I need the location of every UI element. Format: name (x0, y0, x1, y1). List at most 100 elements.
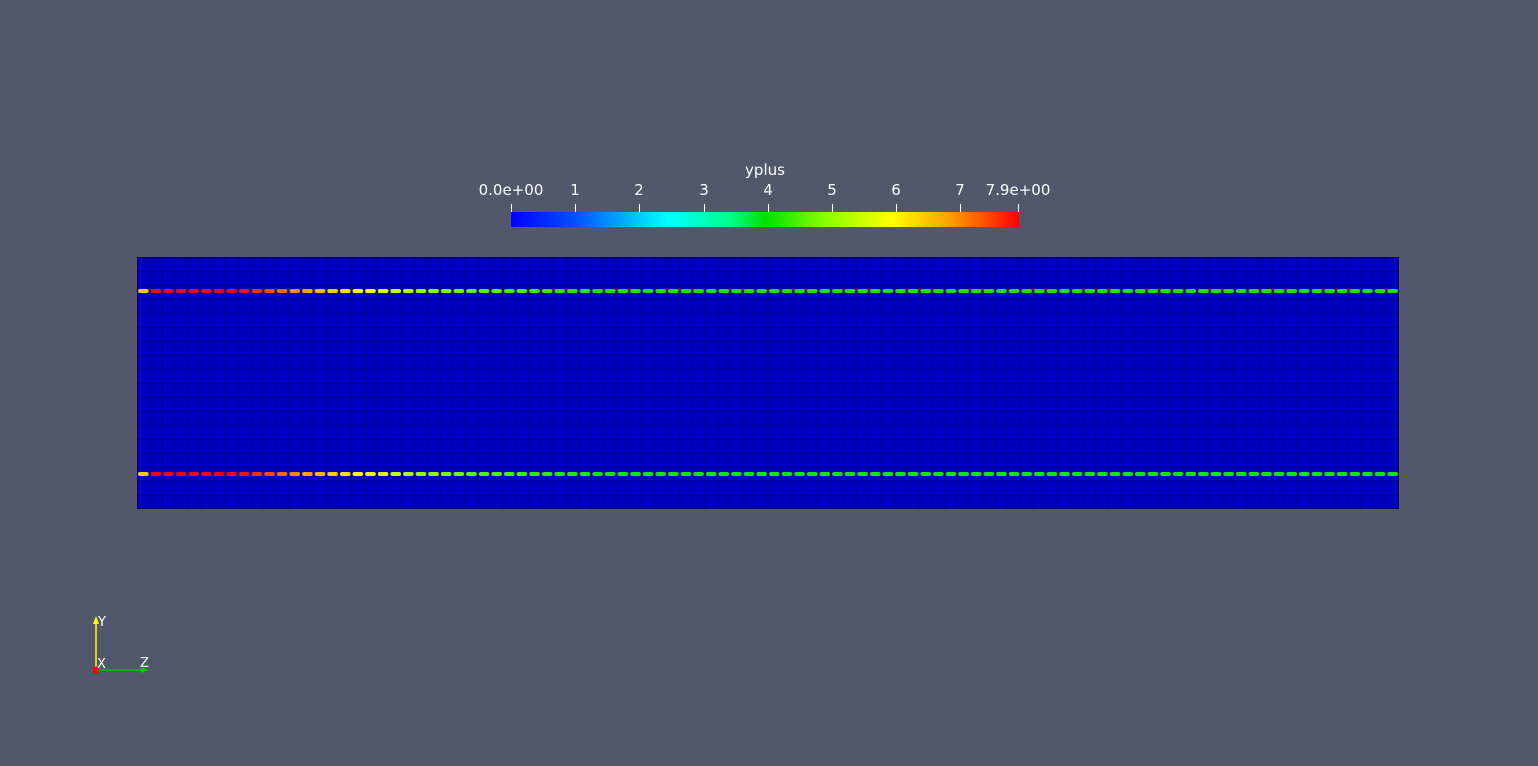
wall-cell (138, 289, 149, 293)
wall-cell (579, 472, 591, 476)
wall-cell (655, 472, 667, 476)
wall-cell (1324, 289, 1335, 293)
wall-cell (1071, 472, 1083, 476)
wall-cell (478, 472, 490, 476)
wall-cell (1299, 472, 1310, 476)
wall-cell (175, 289, 187, 293)
wall-cell (302, 472, 313, 476)
wall-cell (314, 472, 326, 476)
wall-cell (226, 289, 237, 293)
wall-cell (201, 472, 212, 476)
wall-cell (163, 289, 174, 293)
wall-cell (567, 289, 578, 293)
wall-cell (339, 472, 351, 476)
wall-cell (1021, 289, 1033, 293)
wall-cell (238, 289, 250, 293)
wall-cell (1008, 472, 1020, 476)
wall-cell (1034, 289, 1045, 293)
wall-cell (1109, 472, 1121, 476)
scalar-bar-tick (960, 204, 961, 212)
wall-cell (377, 289, 389, 293)
wall-cell (970, 472, 982, 476)
orientation-axes-widget: Y X Z (86, 612, 156, 680)
wall-cell (415, 472, 427, 476)
wall-cell (1198, 289, 1209, 293)
wall-cell (352, 472, 364, 476)
wall-cell (1172, 289, 1184, 293)
wall-cell (264, 472, 275, 476)
wall-cell (163, 472, 174, 476)
render-view[interactable]: yplus 0.0e+00 1 2 3 4 5 6 7 7.9e+00 Y X … (0, 0, 1538, 766)
wall-cell (1273, 289, 1285, 293)
wall-cell (1261, 289, 1272, 293)
wall-cell (264, 289, 275, 293)
wall-cell (882, 289, 894, 293)
wall-cell (226, 472, 237, 476)
wall-cell (794, 472, 805, 476)
scalar-bar-tick (768, 204, 769, 212)
wall-cell (1210, 472, 1222, 476)
wall-cell (428, 289, 439, 293)
wall-cell (604, 472, 616, 476)
wall-cell (1160, 472, 1171, 476)
scalar-bar-tick (896, 204, 897, 212)
wall-cell (630, 472, 641, 476)
wall-cell (806, 289, 818, 293)
wall-cell (996, 289, 1007, 293)
wall-cell (1059, 289, 1070, 293)
wall-cell (1046, 289, 1058, 293)
wall-cell (466, 472, 477, 476)
wall-cell (819, 289, 831, 293)
wall-cell (415, 289, 427, 293)
wall-cell (1109, 289, 1121, 293)
wall-cell (238, 472, 250, 476)
wall-cell (1084, 289, 1096, 293)
wall-cell (1034, 472, 1045, 476)
wall-cell (718, 289, 730, 293)
wall-cell (1248, 472, 1260, 476)
wall-cell (478, 289, 490, 293)
wall-cell (1248, 289, 1260, 293)
wall-cell (390, 289, 402, 293)
wall-cell (895, 472, 906, 476)
wall-cell (718, 472, 730, 476)
wall-cell (617, 289, 629, 293)
wall-cell (895, 289, 906, 293)
scalar-bar-tick (704, 204, 705, 212)
wall-cell (819, 472, 831, 476)
wall-cell (794, 289, 805, 293)
wall-cell (604, 289, 616, 293)
wall-cell (541, 289, 553, 293)
wall-cell (1021, 472, 1033, 476)
wall-cell (403, 289, 414, 293)
wall-cell (731, 289, 742, 293)
axis-label-y: Y (98, 615, 106, 630)
wall-cell (251, 472, 263, 476)
wall-cell (832, 289, 843, 293)
scalar-bar-tick (575, 204, 576, 212)
wall-cell (428, 472, 439, 476)
wall-cell (756, 289, 767, 293)
wall-cell (1362, 472, 1373, 476)
wall-cell (1210, 289, 1222, 293)
scalar-bar-tick (511, 204, 512, 212)
wall-cell (844, 472, 856, 476)
wall-cell (983, 472, 995, 476)
wall-cell (339, 289, 351, 293)
wall-cell (857, 289, 868, 293)
wall-cell (1336, 289, 1348, 293)
wall-cell (907, 472, 919, 476)
wall-cell (1374, 472, 1386, 476)
wall-cells-top (137, 288, 1399, 294)
scalar-bar-tick-label: 3 (699, 181, 709, 199)
wall-cell (390, 472, 402, 476)
wall-cell (680, 289, 692, 293)
wall-cell (453, 472, 465, 476)
wall-cell (554, 289, 566, 293)
wall-cell (302, 289, 313, 293)
wall-cell (1261, 472, 1272, 476)
wall-cell (781, 289, 793, 293)
wall-cell (276, 472, 288, 476)
wall-cell (1147, 472, 1159, 476)
wall-cell (1349, 289, 1361, 293)
